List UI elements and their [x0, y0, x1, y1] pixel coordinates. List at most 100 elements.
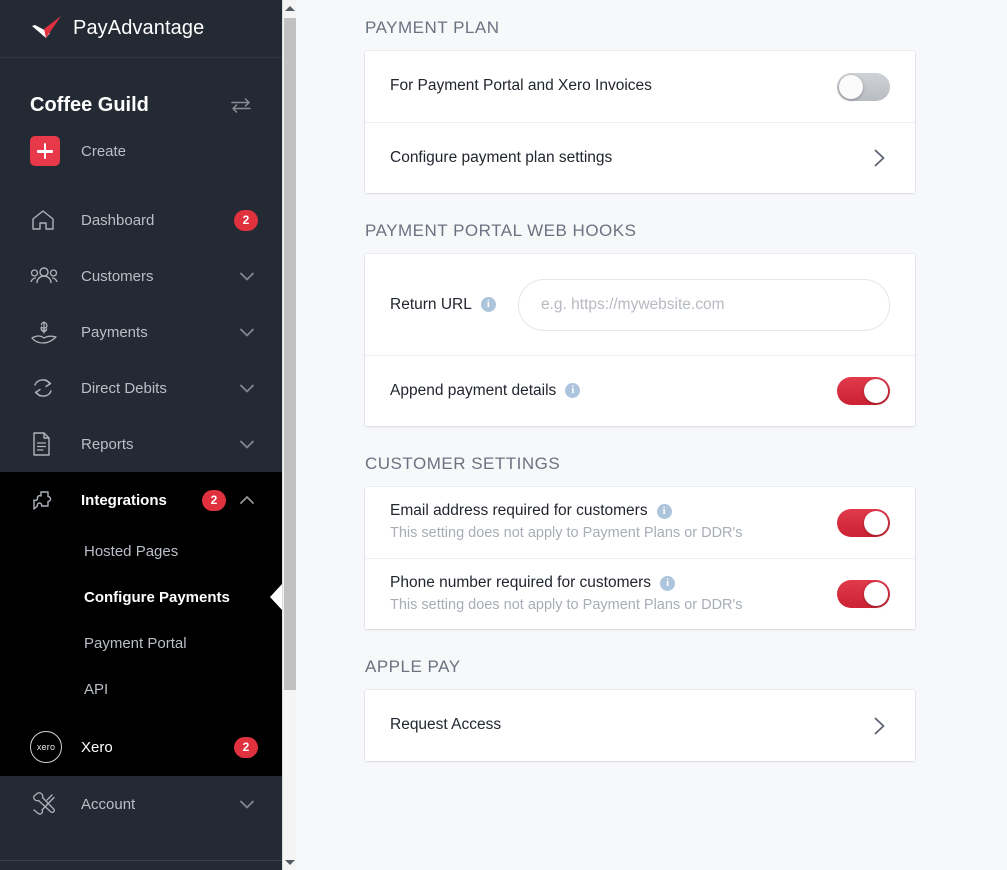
row-label: Configure payment plan settings — [390, 148, 613, 166]
settings-card: Return URL i Append payment details i — [365, 254, 915, 426]
sidebar-item-label: Dashboard — [81, 211, 155, 229]
brand-name: PayAdvantage — [73, 17, 205, 39]
settings-card: Request Access — [365, 690, 915, 761]
toggle-knob — [839, 74, 863, 99]
app-root: PayAdvantage Coffee Guild Create Dashboa… — [0, 0, 1007, 870]
sidebar-item-dashboard[interactable]: Dashboard 2 — [0, 192, 282, 248]
row-label: Request Access — [390, 716, 502, 734]
organisation-row: Coffee Guild — [0, 58, 282, 124]
label-wrap: Email address required for customers i — [390, 501, 743, 522]
return-url-input[interactable] — [518, 278, 890, 331]
chevron-down-icon[interactable] — [236, 793, 258, 815]
chevron-down-icon[interactable] — [236, 433, 258, 455]
row-label: Return URL — [390, 295, 472, 313]
xero-logo-text: xero — [36, 742, 56, 752]
sidebar-subitem-label: Payment Portal — [84, 634, 187, 652]
switch-arrows-icon[interactable] — [230, 97, 252, 113]
organisation-name: Coffee Guild — [30, 93, 149, 116]
info-icon[interactable]: i — [565, 383, 581, 399]
sidebar-item-xero[interactable]: xero Xero 2 — [0, 718, 282, 776]
row-text: Email address required for customers i T… — [390, 501, 743, 543]
section-title: APPLE PAY — [365, 657, 461, 676]
chevron-down-icon[interactable] — [236, 377, 258, 399]
xero-logo-icon: xero — [30, 731, 62, 763]
row-text: Phone number required for customers i Th… — [390, 573, 743, 615]
row-email-address-required: Email address required for customers i T… — [365, 487, 915, 558]
row-return-url: Return URL i — [365, 254, 915, 355]
section-customer-settings: CUSTOMER SETTINGS Email address required… — [365, 454, 1007, 629]
toggle-payment-plan[interactable] — [837, 72, 890, 101]
section-title: CUSTOMER SETTINGS — [365, 454, 561, 473]
chevron-down-icon[interactable] — [236, 321, 258, 343]
toggle-append-payment-details[interactable] — [837, 377, 890, 405]
sidebar-item-label: Customers — [81, 267, 154, 285]
section-apple-pay: APPLE PAY Request Access — [365, 657, 1007, 761]
hand-dollar-icon — [30, 320, 64, 344]
sidebar-item-reports[interactable]: Reports — [0, 416, 282, 472]
row-left: Return URL i — [390, 296, 496, 314]
sidebar-divider — [0, 860, 282, 861]
row-left: For Payment Portal and Xero Invoices — [390, 76, 652, 97]
label-wrap: Phone number required for customers i — [390, 573, 743, 594]
scrollbar-thumb[interactable] — [284, 18, 296, 690]
sidebar-item-payments[interactable]: Payments — [0, 304, 282, 360]
create-label: Create — [81, 142, 127, 160]
sidebar-item-direct-debits[interactable]: Direct Debits — [0, 360, 282, 416]
sidebar-item-configure-payments[interactable]: Configure Payments — [0, 574, 282, 620]
info-icon[interactable]: i — [660, 575, 676, 591]
sidebar-item-label: Direct Debits — [81, 379, 167, 397]
document-icon — [30, 431, 64, 457]
toggle-knob — [864, 510, 888, 535]
row-request-access[interactable]: Request Access — [365, 690, 915, 761]
sidebar-item-integrations[interactable]: Integrations 2 — [0, 472, 282, 528]
row-left: Email address required for customers i T… — [390, 501, 743, 543]
scroll-down-arrow-icon[interactable] — [283, 854, 297, 870]
sidebar-item-api[interactable]: API — [0, 666, 282, 712]
main-content: PAYMENT PLAN For Payment Portal and Xero… — [282, 0, 1007, 870]
plus-icon — [30, 136, 60, 166]
row-text: For Payment Portal and Xero Invoices — [390, 76, 652, 97]
toggle-knob — [864, 379, 888, 403]
row-left: Append payment details i — [390, 381, 581, 402]
create-button[interactable]: Create — [0, 124, 282, 188]
sidebar-item-customers[interactable]: Customers — [0, 248, 282, 304]
row-configure-payment-plan-settings[interactable]: Configure payment plan settings — [365, 122, 915, 193]
settings-card: For Payment Portal and Xero Invoices Con… — [365, 51, 915, 193]
toggle-email-required[interactable] — [837, 508, 890, 537]
row-label: Append payment details — [390, 381, 557, 399]
sidebar-scrollbar[interactable] — [282, 0, 296, 870]
sidebar-item-payment-portal[interactable]: Payment Portal — [0, 620, 282, 666]
sidebar-item-label: Payments — [81, 323, 148, 341]
scroll-up-arrow-icon[interactable] — [283, 0, 297, 16]
row-label: For Payment Portal and Xero Invoices — [390, 77, 652, 95]
puzzle-piece-icon — [30, 488, 64, 512]
row-sublabel: This setting does not apply to Payment P… — [390, 525, 743, 542]
status-badge: 2 — [202, 489, 226, 511]
row-append-payment-details: Append payment details i — [365, 355, 915, 426]
chevron-up-icon[interactable] — [236, 489, 258, 511]
toggle-phone-required[interactable] — [837, 580, 890, 608]
sidebar-item-account[interactable]: Account — [0, 776, 282, 832]
sidebar-subitem-label: Configure Payments — [84, 588, 230, 606]
row-left: Configure payment plan settings — [390, 148, 612, 169]
settings-card: Email address required for customers i T… — [365, 487, 915, 629]
chevron-down-icon[interactable] — [236, 265, 258, 287]
status-badge: 2 — [234, 209, 258, 231]
sidebar-subitem-label: API — [84, 680, 109, 698]
row-label: Email address required for customers — [390, 502, 648, 520]
info-icon[interactable]: i — [480, 297, 496, 312]
main-navigation: Dashboard 2 Customers Payments Direct De… — [0, 188, 282, 861]
info-icon[interactable]: i — [656, 504, 672, 520]
row-payment-portal-xero-invoices: For Payment Portal and Xero Invoices — [365, 51, 915, 122]
section-title: PAYMENT PLAN — [365, 18, 500, 37]
integrations-submenu: Hosted Pages Configure Payments Payment … — [0, 528, 282, 718]
recycle-arrows-icon — [30, 376, 64, 400]
sidebar: PayAdvantage Coffee Guild Create Dashboa… — [0, 0, 282, 870]
label-wrap: Return URL i — [390, 296, 496, 314]
chevron-right-icon[interactable] — [868, 147, 890, 169]
sidebar-item-label: Account — [81, 795, 136, 813]
chevron-right-icon[interactable] — [868, 715, 890, 737]
sidebar-item-hosted-pages[interactable]: Hosted Pages — [0, 528, 282, 574]
row-left: Request Access — [390, 715, 501, 736]
tools-icon — [30, 792, 64, 816]
